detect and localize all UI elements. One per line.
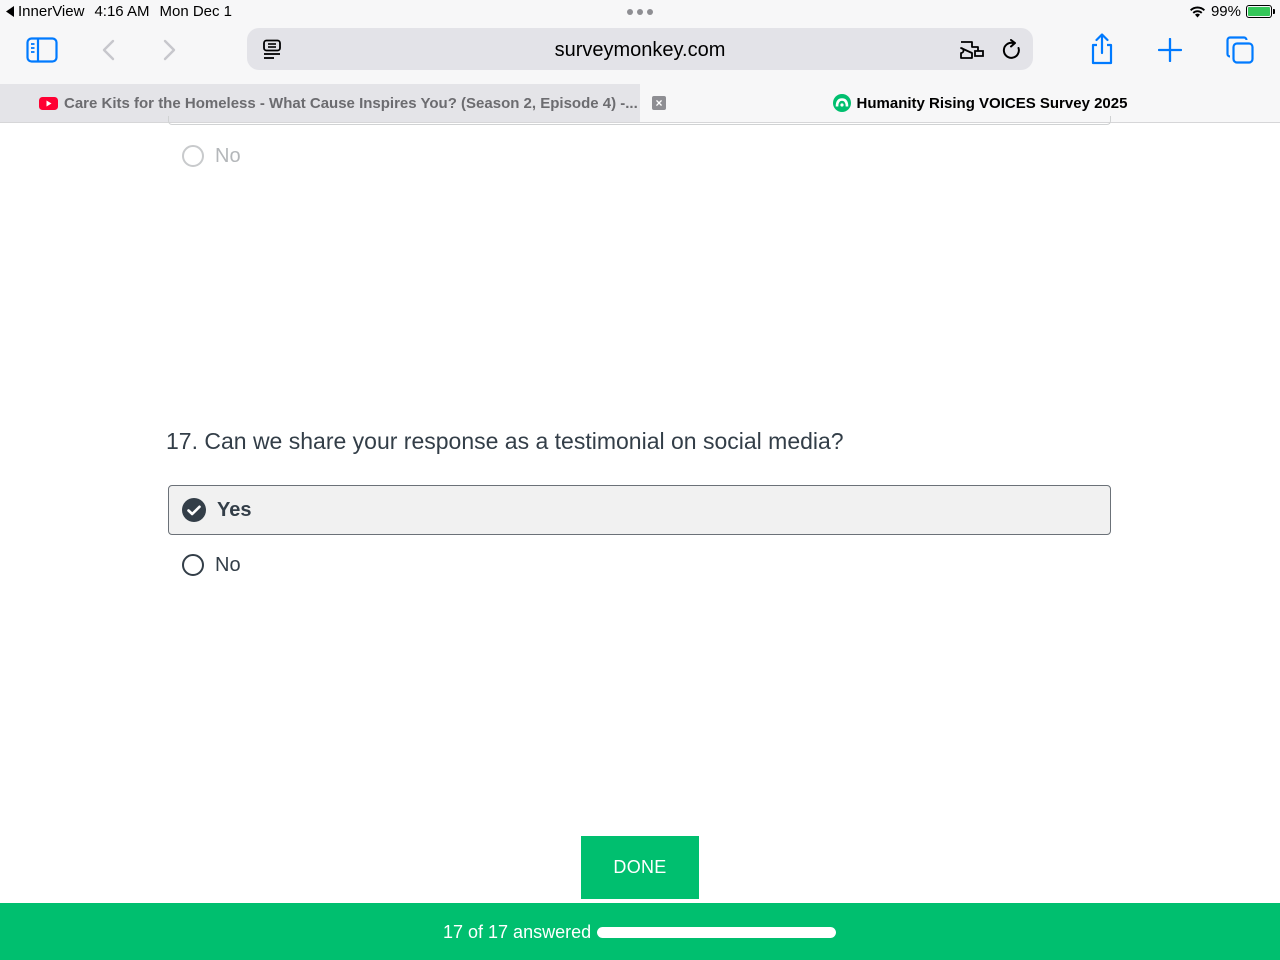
progress-bar-fill — [597, 927, 836, 938]
done-button[interactable]: DONE — [581, 836, 699, 899]
sidebar-icon[interactable] — [25, 36, 59, 64]
status-bar-left: InnerView 4:16 AM Mon Dec 1 — [6, 3, 232, 20]
battery-percent: 99% — [1210, 3, 1241, 20]
status-time: 4:16 AM — [94, 3, 150, 20]
back-to-app[interactable]: InnerView — [6, 3, 84, 20]
radio-circle-icon — [182, 554, 204, 576]
reload-icon[interactable] — [1000, 38, 1024, 62]
address-bar[interactable]: surveymonkey.com — [247, 28, 1033, 70]
choice-label: Yes — [217, 498, 252, 521]
youtube-icon — [39, 96, 58, 110]
url-text: surveymonkey.com — [554, 39, 726, 61]
progress-text: 17 of 17 answered — [443, 922, 592, 942]
multitasking-dots-icon[interactable] — [627, 9, 653, 15]
back-icon[interactable] — [98, 38, 118, 62]
radio-circle-icon — [182, 145, 204, 167]
checkmark-circle-icon — [182, 498, 206, 522]
choice-label: No — [215, 553, 241, 576]
browser-toolbar: surveymonkey.com — [0, 24, 1280, 84]
extension-icon[interactable] — [958, 38, 986, 62]
progress-bar — [597, 927, 836, 938]
choice-yes[interactable]: Yes — [168, 485, 1111, 535]
back-triangle-icon — [6, 6, 14, 17]
tabs-overview-icon[interactable] — [1225, 35, 1255, 65]
tab-title: Humanity Rising VOICES Survey 2025 — [856, 94, 1128, 112]
back-app-label: InnerView — [18, 3, 85, 20]
share-icon[interactable] — [1088, 32, 1116, 66]
previous-question-choice-no[interactable]: No — [168, 131, 1111, 181]
battery-icon — [1246, 5, 1275, 18]
close-tab-icon[interactable]: × — [652, 96, 666, 110]
new-tab-icon[interactable] — [1157, 37, 1183, 63]
tab-title: Care Kits for the Homeless - What Cause … — [64, 94, 638, 112]
question-17-title: 17. Can we share your response as a test… — [166, 428, 844, 454]
status-date: Mon Dec 1 — [159, 3, 233, 20]
progress-footer: 17 of 17 answered — [0, 903, 1280, 960]
forward-icon[interactable] — [160, 38, 180, 62]
previous-choice-box-edge — [168, 116, 1111, 125]
surveymonkey-icon — [832, 94, 851, 112]
status-bar: InnerView 4:16 AM Mon Dec 1 99% — [0, 0, 1280, 24]
choice-no[interactable]: No — [168, 540, 1111, 590]
status-bar-right: 99% — [1189, 3, 1275, 20]
choice-label: No — [215, 144, 241, 167]
wifi-icon — [1189, 6, 1205, 18]
